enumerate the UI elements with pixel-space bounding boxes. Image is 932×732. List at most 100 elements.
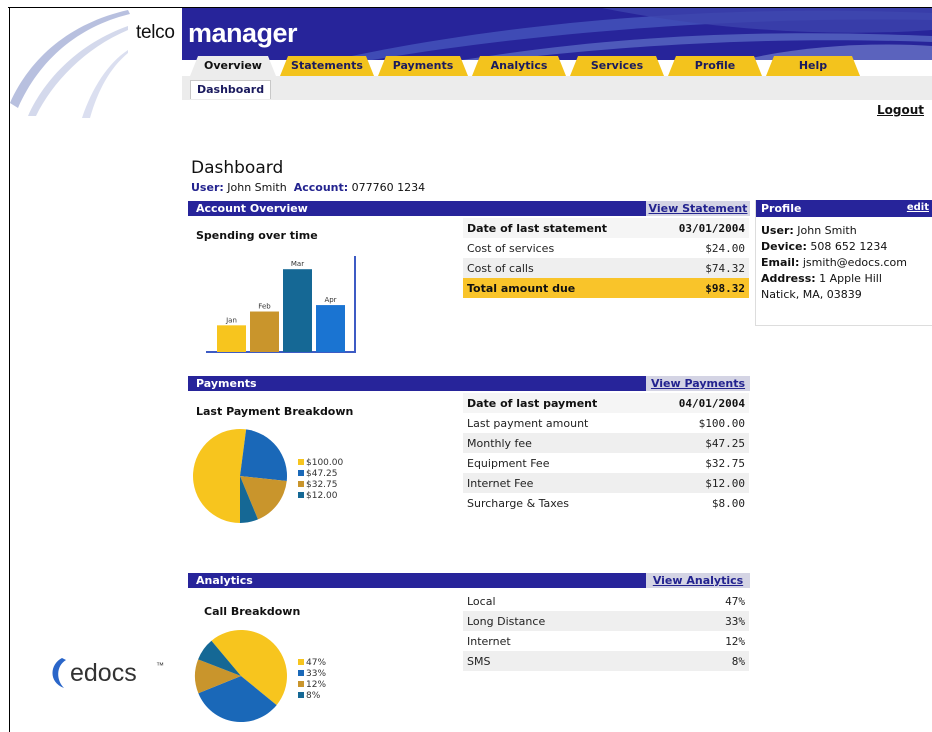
legend-pay-item: $12.00 bbox=[298, 491, 343, 502]
tab-services[interactable]: Services bbox=[570, 56, 664, 76]
legend-pay-item: $47.25 bbox=[298, 469, 343, 480]
equipment-fee-label: Equipment Fee bbox=[467, 456, 550, 470]
sms-value: 8% bbox=[679, 651, 749, 671]
table-row: Total amount due $98.32 bbox=[463, 278, 749, 298]
tab-overview[interactable]: Overview bbox=[190, 56, 276, 76]
tab-analytics[interactable]: Analytics bbox=[472, 56, 566, 76]
table-row: Monthly fee $47.25 bbox=[463, 433, 749, 453]
subtab-dashboard[interactable]: Dashboard bbox=[190, 80, 272, 99]
user-account-line: User: John Smith Account: 077760 1234 bbox=[191, 181, 425, 194]
table-row: Internet 12% bbox=[463, 631, 749, 651]
profile-bar: Profile edit bbox=[756, 200, 932, 217]
payment-date-label: Date of last payment bbox=[463, 393, 650, 413]
surcharge-value: $8.00 bbox=[711, 496, 745, 510]
legend-label: $100.00 bbox=[306, 458, 344, 468]
table-row: Date of last payment 04/01/2004 bbox=[463, 393, 749, 413]
payments-bar: Payments View Payments bbox=[188, 376, 750, 391]
monthly-fee-value: $47.25 bbox=[649, 433, 749, 453]
cost-calls-value: $74.32 bbox=[653, 258, 749, 278]
tab-profile[interactable]: Profile bbox=[668, 56, 762, 76]
internet-label: Internet bbox=[467, 634, 511, 648]
last-payment-value: $100.00 bbox=[698, 416, 745, 430]
sms-label: SMS bbox=[463, 651, 680, 671]
legend-call-item: 12% bbox=[298, 680, 326, 691]
view-analytics-link[interactable]: View Analytics bbox=[646, 573, 750, 588]
surcharge-label: Surcharge & Taxes bbox=[467, 496, 569, 510]
table-row: Last payment amount $100.00 bbox=[463, 413, 749, 433]
analytics-title: Analytics bbox=[196, 574, 253, 587]
legend-label: 33% bbox=[306, 669, 327, 679]
bar-label-jan: Jan bbox=[225, 316, 237, 324]
account-value: 077760 1234 bbox=[351, 181, 426, 194]
view-payments-link[interactable]: View Payments bbox=[646, 376, 750, 391]
user-label: User: bbox=[191, 181, 224, 194]
local-label: Local bbox=[467, 594, 496, 608]
total-due-value: $98.32 bbox=[653, 278, 749, 298]
statement-date-value: 03/01/2004 bbox=[653, 218, 749, 238]
long-distance-label: Long Distance bbox=[463, 611, 680, 631]
call-legend: 47% 33% 12% 8% bbox=[298, 658, 326, 702]
legend-pay-item: $32.75 bbox=[298, 480, 343, 491]
legend-label: $32.75 bbox=[306, 480, 338, 490]
analytics-table: Local 47% Long Distance 33% Internet 12%… bbox=[463, 591, 749, 671]
local-value: 47% bbox=[725, 594, 745, 608]
table-row: Equipment Fee $32.75 bbox=[463, 453, 749, 473]
legend-call-item: 33% bbox=[298, 669, 326, 680]
table-row: Local 47% bbox=[463, 591, 749, 611]
legend-label: $12.00 bbox=[306, 491, 338, 501]
payment-date-value: 04/01/2004 bbox=[649, 393, 749, 413]
svg-text:edocs: edocs bbox=[70, 659, 137, 687]
bar-mar bbox=[283, 269, 312, 352]
legend-swatch bbox=[298, 659, 304, 665]
spending-chart-title: Spending over time bbox=[196, 229, 318, 242]
bar-apr bbox=[316, 305, 345, 352]
svg-text:™: ™ bbox=[156, 661, 164, 670]
tab-statements[interactable]: Statements bbox=[280, 56, 374, 76]
legend-swatch bbox=[298, 681, 304, 687]
legend-call-item: 8% bbox=[298, 691, 326, 702]
legend-swatch bbox=[298, 470, 304, 476]
profile-title: Profile bbox=[761, 202, 802, 215]
edocs-logo: edocs ™ bbox=[48, 652, 173, 692]
account-overview-title: Account Overview bbox=[196, 202, 308, 215]
statement-date-label: Date of last statement bbox=[463, 218, 654, 238]
swoosh-logo-icon bbox=[10, 10, 130, 118]
bar-feb bbox=[250, 311, 279, 352]
cost-services-label: Cost of services bbox=[467, 241, 555, 255]
tab-payments[interactable]: Payments bbox=[378, 56, 468, 76]
monthly-fee-label: Monthly fee bbox=[463, 433, 650, 453]
edocs-swoosh-icon: edocs ™ bbox=[52, 658, 164, 688]
internet-value: 12% bbox=[725, 634, 745, 648]
legend-swatch bbox=[298, 459, 304, 465]
cost-services-value: $24.00 bbox=[705, 241, 745, 255]
legend-label: 8% bbox=[306, 691, 321, 701]
legend-swatch bbox=[298, 670, 304, 676]
internet-fee-value: $12.00 bbox=[649, 473, 749, 493]
brand-manager-text: manager bbox=[188, 18, 298, 48]
profile-address: Address: 1 Apple Hill bbox=[761, 272, 882, 285]
profile-address-line2: Natick, MA, 03839 bbox=[761, 288, 862, 301]
profile-email: Email: jsmith@edocs.com bbox=[761, 256, 907, 269]
legend-call-item: 47% bbox=[298, 658, 326, 669]
last-payment-label: Last payment amount bbox=[467, 416, 589, 430]
pie-pay-slice-0 bbox=[192, 429, 247, 523]
user-value: John Smith bbox=[227, 181, 287, 194]
table-row: Cost of services $24.00 bbox=[463, 238, 749, 258]
sub-tab-bar bbox=[182, 76, 932, 100]
main-tab-bar: Overview Statements Payments Analytics S… bbox=[182, 56, 932, 76]
table-row: Cost of calls $74.32 bbox=[463, 258, 749, 278]
table-row: Surcharge & Taxes $8.00 bbox=[463, 493, 749, 513]
profile-edit-link[interactable]: edit bbox=[907, 202, 929, 213]
bar-label-apr: Apr bbox=[324, 296, 336, 304]
view-statement-link[interactable]: View Statement bbox=[646, 201, 750, 216]
payments-table: Date of last payment 04/01/2004 Last pay… bbox=[463, 393, 749, 513]
bar-label-mar: Mar bbox=[291, 260, 304, 268]
legend-pay-item: $100.00 bbox=[298, 458, 343, 469]
tab-help[interactable]: Help bbox=[766, 56, 860, 76]
legend-label: $47.25 bbox=[306, 469, 338, 479]
pie-pay-slice-1 bbox=[240, 429, 287, 481]
long-distance-value: 33% bbox=[679, 611, 749, 631]
bar-label-feb: Feb bbox=[258, 303, 271, 311]
logout-link[interactable]: Logout bbox=[877, 103, 924, 117]
call-pie-chart bbox=[195, 630, 288, 722]
